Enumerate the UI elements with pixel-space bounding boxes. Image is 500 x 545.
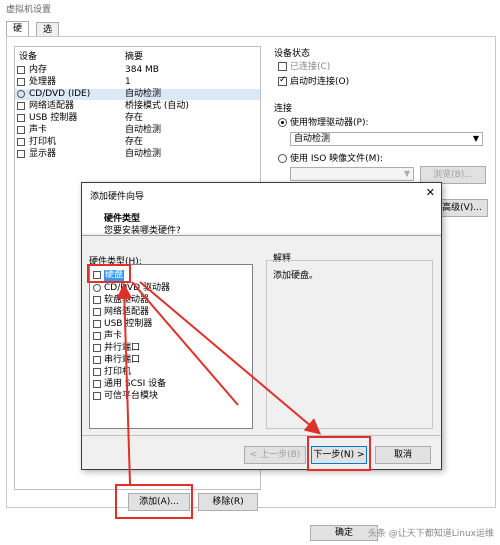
arrow-harddisk-diagonal	[131, 281, 239, 406]
annotation-arrows	[116, 281, 322, 485]
arrow-harddisk-to-next	[139, 281, 322, 435]
arrow-add-to-harddisk	[116, 283, 133, 485]
